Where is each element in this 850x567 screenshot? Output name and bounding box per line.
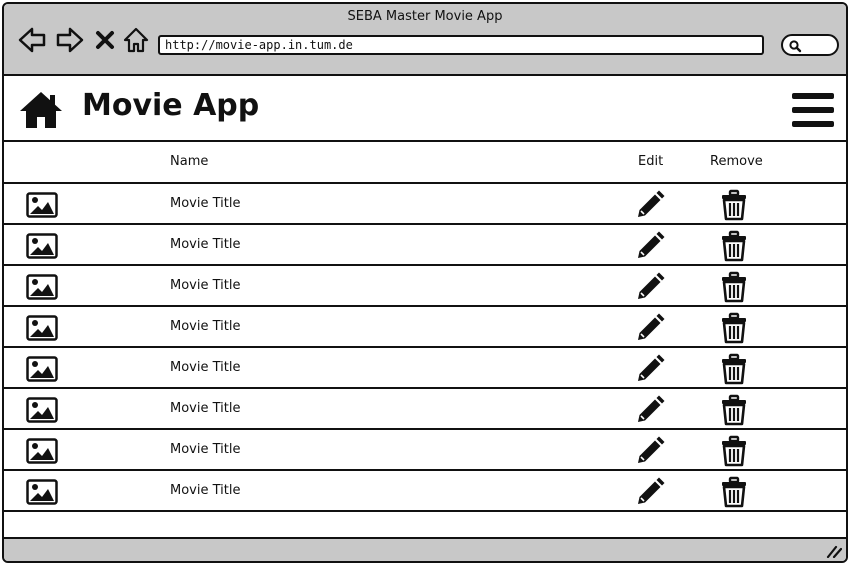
trash-icon[interactable] bbox=[718, 476, 750, 508]
browser-window: SEBA Master Movie App http://movie-app.i… bbox=[2, 2, 848, 563]
movie-title: Movie Title bbox=[170, 360, 241, 375]
stop-button[interactable] bbox=[94, 26, 116, 54]
image-icon bbox=[26, 192, 58, 218]
trash-icon[interactable] bbox=[718, 189, 750, 221]
pencil-icon[interactable] bbox=[634, 271, 666, 303]
pencil-icon[interactable] bbox=[634, 230, 666, 262]
window-title: SEBA Master Movie App bbox=[347, 9, 503, 24]
pencil-icon[interactable] bbox=[634, 312, 666, 344]
hamburger-menu-icon[interactable] bbox=[790, 90, 836, 130]
pencil-icon[interactable] bbox=[634, 476, 666, 508]
trash-icon[interactable] bbox=[718, 435, 750, 467]
home-icon[interactable] bbox=[18, 90, 64, 130]
table-row: Movie Title bbox=[4, 307, 846, 348]
image-icon bbox=[26, 479, 58, 505]
image-icon bbox=[26, 274, 58, 300]
url-input[interactable]: http://movie-app.in.tum.de bbox=[158, 35, 764, 55]
movie-list: Movie Title Movie Title Movie Title Movi… bbox=[4, 184, 846, 512]
forward-button[interactable] bbox=[56, 26, 84, 54]
movie-title: Movie Title bbox=[170, 401, 241, 416]
search-icon bbox=[789, 40, 802, 53]
movie-title: Movie Title bbox=[170, 278, 241, 293]
forward-icon bbox=[56, 27, 84, 53]
app-header: Movie App bbox=[4, 76, 846, 142]
table-row: Movie Title bbox=[4, 430, 846, 471]
table-row: Movie Title bbox=[4, 184, 846, 225]
home-outline-icon bbox=[123, 27, 149, 53]
close-icon bbox=[96, 31, 114, 49]
table-header: Name Edit Remove bbox=[4, 142, 846, 184]
image-icon bbox=[26, 356, 58, 382]
column-header-name: Name bbox=[170, 154, 209, 169]
trash-icon[interactable] bbox=[718, 230, 750, 262]
app-title: Movie App bbox=[82, 88, 260, 123]
trash-icon[interactable] bbox=[718, 271, 750, 303]
image-icon bbox=[26, 233, 58, 259]
movie-title: Movie Title bbox=[170, 319, 241, 334]
image-icon bbox=[26, 397, 58, 423]
browser-titlebar: SEBA Master Movie App http://movie-app.i… bbox=[4, 4, 846, 76]
table-row: Movie Title bbox=[4, 225, 846, 266]
browser-home-button[interactable] bbox=[122, 26, 150, 54]
movie-title: Movie Title bbox=[170, 196, 241, 211]
trash-icon[interactable] bbox=[718, 353, 750, 385]
browser-search-button[interactable] bbox=[781, 34, 839, 56]
movie-title: Movie Title bbox=[170, 237, 241, 252]
resize-grip-icon[interactable] bbox=[826, 544, 842, 558]
table-row: Movie Title bbox=[4, 389, 846, 430]
image-icon bbox=[26, 438, 58, 464]
trash-icon[interactable] bbox=[718, 394, 750, 426]
back-button[interactable] bbox=[18, 26, 46, 54]
column-header-remove: Remove bbox=[710, 154, 763, 169]
movie-title: Movie Title bbox=[170, 442, 241, 457]
back-icon bbox=[18, 27, 46, 53]
movie-title: Movie Title bbox=[170, 483, 241, 498]
table-row: Movie Title bbox=[4, 471, 846, 512]
pencil-icon[interactable] bbox=[634, 435, 666, 467]
pencil-icon[interactable] bbox=[634, 189, 666, 221]
image-icon bbox=[26, 315, 58, 341]
pencil-icon[interactable] bbox=[634, 353, 666, 385]
trash-icon[interactable] bbox=[718, 312, 750, 344]
table-row: Movie Title bbox=[4, 348, 846, 389]
table-row: Movie Title bbox=[4, 266, 846, 307]
pencil-icon[interactable] bbox=[634, 394, 666, 426]
column-header-edit: Edit bbox=[638, 154, 664, 169]
browser-statusbar bbox=[4, 537, 846, 561]
